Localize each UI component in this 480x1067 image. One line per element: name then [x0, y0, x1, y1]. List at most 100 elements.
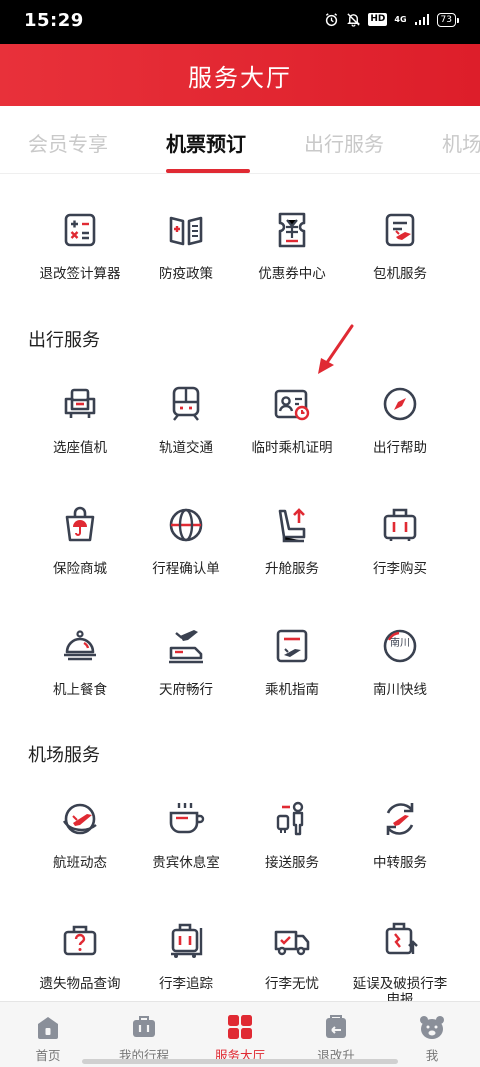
- service-label: 包机服务: [373, 266, 427, 282]
- service-rail-transit[interactable]: 轨道交通: [126, 384, 246, 456]
- service-label: 轨道交通: [159, 440, 213, 456]
- service-vip-lounge[interactable]: 贵宾休息室: [126, 799, 246, 871]
- service-transit[interactable]: 中转服务: [340, 799, 460, 871]
- service-label: 退改签计算器: [39, 266, 121, 282]
- section-title-travel: 出行服务: [28, 330, 100, 351]
- nav-my-itinerary[interactable]: 我的行程: [96, 1002, 192, 1067]
- policy-book-icon: [169, 216, 203, 246]
- nanchuan-badge-icon: 南川: [383, 629, 417, 663]
- service-insurance-mall[interactable]: 保险商城: [20, 505, 140, 577]
- bear-face-icon: [420, 1016, 444, 1039]
- bottom-nav: 首页 我的行程 服务大厅 退改升 我: [0, 1001, 480, 1067]
- nav-refund-change-upgrade[interactable]: 退改升: [288, 1002, 384, 1067]
- active-tab-indicator: [166, 169, 250, 173]
- service-boarding-guide[interactable]: 乘机指南: [232, 626, 352, 698]
- service-label: 选座值机: [53, 440, 107, 456]
- service-refund-calculator[interactable]: 退改签计算器: [20, 210, 140, 282]
- status-time: 15:29: [24, 10, 84, 31]
- status-icons: HD 4G 73: [324, 12, 460, 27]
- service-label: 行李追踪: [159, 976, 213, 992]
- service-nanchuan-express[interactable]: 南川 南川快线: [340, 626, 460, 698]
- service-temporary-boarding-certificate[interactable]: 临时乘机证明: [232, 384, 352, 456]
- service-label: 乘机指南: [265, 682, 319, 698]
- baggage-tracking-icon: [171, 923, 203, 958]
- service-label: 航班动态: [53, 855, 107, 871]
- itinerary-icon: [133, 1016, 155, 1037]
- tab-member[interactable]: 会员专享: [28, 128, 108, 157]
- service-lost-item-inquiry[interactable]: 遗失物品查询: [20, 920, 140, 992]
- status-bar: 15:29 HD 4G 73: [0, 0, 480, 44]
- service-label: 防疫政策: [159, 266, 213, 282]
- service-label: 出行帮助: [373, 440, 427, 456]
- home-icon: [38, 1017, 58, 1039]
- service-label: 接送服务: [265, 855, 319, 871]
- service-epidemic-policy[interactable]: 防疫政策: [126, 210, 246, 282]
- service-label: 优惠券中心: [258, 266, 326, 282]
- service-inflight-meal[interactable]: 机上餐食: [20, 626, 140, 698]
- service-label: 南川快线: [373, 682, 427, 698]
- service-label: 天府畅行: [159, 682, 213, 698]
- charter-document-icon: [385, 213, 415, 247]
- plane-train-icon: [169, 630, 203, 664]
- service-delayed-damaged-baggage-report[interactable]: 延误及破损行李申报: [340, 920, 460, 1008]
- service-label: 升舱服务: [265, 561, 319, 577]
- service-label: 行李无忧: [265, 976, 319, 992]
- signal-icon: [414, 14, 429, 25]
- service-seat-checkin[interactable]: 选座值机: [20, 384, 140, 456]
- service-cabin-upgrade[interactable]: 升舱服务: [232, 505, 352, 577]
- seat-icon: [64, 388, 96, 418]
- nav-home[interactable]: 首页: [0, 1002, 96, 1067]
- nav-label: 首页: [35, 1048, 61, 1063]
- seat-upgrade-icon: [278, 508, 306, 543]
- app-header: 服务大厅: [0, 44, 480, 106]
- globe-icon: [169, 508, 203, 542]
- baggage-truck-icon: [274, 930, 310, 956]
- annotation-arrow: [318, 324, 354, 374]
- meal-cloche-icon: [64, 630, 96, 661]
- service-tianfu-express[interactable]: 天府畅行: [126, 626, 246, 698]
- train-icon: [172, 386, 200, 421]
- service-label: 中转服务: [373, 855, 427, 871]
- service-itinerary-confirmation[interactable]: 行程确认单: [126, 505, 246, 577]
- compass-icon: [383, 387, 417, 421]
- id-card-icon: [274, 389, 310, 421]
- damaged-luggage-icon: [385, 922, 418, 955]
- grid-icon: [228, 1015, 252, 1039]
- service-label: 行李购买: [373, 561, 427, 577]
- calculator-icon: [64, 213, 96, 247]
- nanchuan-badge-text: 南川: [390, 636, 410, 649]
- service-charter[interactable]: 包机服务: [340, 210, 460, 282]
- service-flight-status[interactable]: 航班动态: [20, 799, 140, 871]
- service-baggage-worry-free[interactable]: 行李无忧: [232, 920, 352, 992]
- service-label: 行程确认单: [152, 561, 220, 577]
- service-label: 贵宾休息室: [152, 855, 220, 871]
- service-baggage-tracking[interactable]: 行李追踪: [126, 920, 246, 992]
- network-label: 4G: [394, 15, 407, 24]
- hd-icon: HD: [368, 13, 388, 26]
- mute-bell-icon: [347, 13, 361, 27]
- nav-service-hall[interactable]: 服务大厅: [192, 1002, 288, 1067]
- service-coupon-center[interactable]: 优惠券中心: [232, 210, 352, 282]
- service-label: 保险商城: [53, 561, 107, 577]
- service-label: 机上餐食: [53, 682, 107, 698]
- service-baggage-purchase[interactable]: 行李购买: [340, 505, 460, 577]
- nav-me[interactable]: 我: [384, 1002, 480, 1067]
- service-label: 临时乘机证明: [251, 440, 333, 456]
- guide-icon: [276, 629, 308, 663]
- service-travel-help[interactable]: 出行帮助: [340, 384, 460, 456]
- home-indicator[interactable]: [82, 1059, 398, 1064]
- service-label: 遗失物品查询: [39, 976, 121, 992]
- refund-icon: [326, 1015, 346, 1038]
- service-pickup-dropoff[interactable]: 接送服务: [232, 799, 352, 871]
- transfer-person-icon: [276, 801, 304, 836]
- nav-label: 我: [425, 1048, 439, 1063]
- lounge-cup-icon: [169, 803, 205, 834]
- section-title-airport: 机场服务: [28, 745, 100, 766]
- category-tabs: 会员专享 机票预订 出行服务 机场: [0, 106, 480, 174]
- tab-travel-service[interactable]: 出行服务: [304, 128, 384, 157]
- tab-ticket-booking[interactable]: 机票预订: [166, 128, 246, 157]
- insurance-bag-icon: [65, 506, 95, 542]
- tab-airport[interactable]: 机场: [442, 128, 480, 157]
- battery-icon: 73: [436, 12, 460, 27]
- lost-item-icon: [63, 925, 97, 956]
